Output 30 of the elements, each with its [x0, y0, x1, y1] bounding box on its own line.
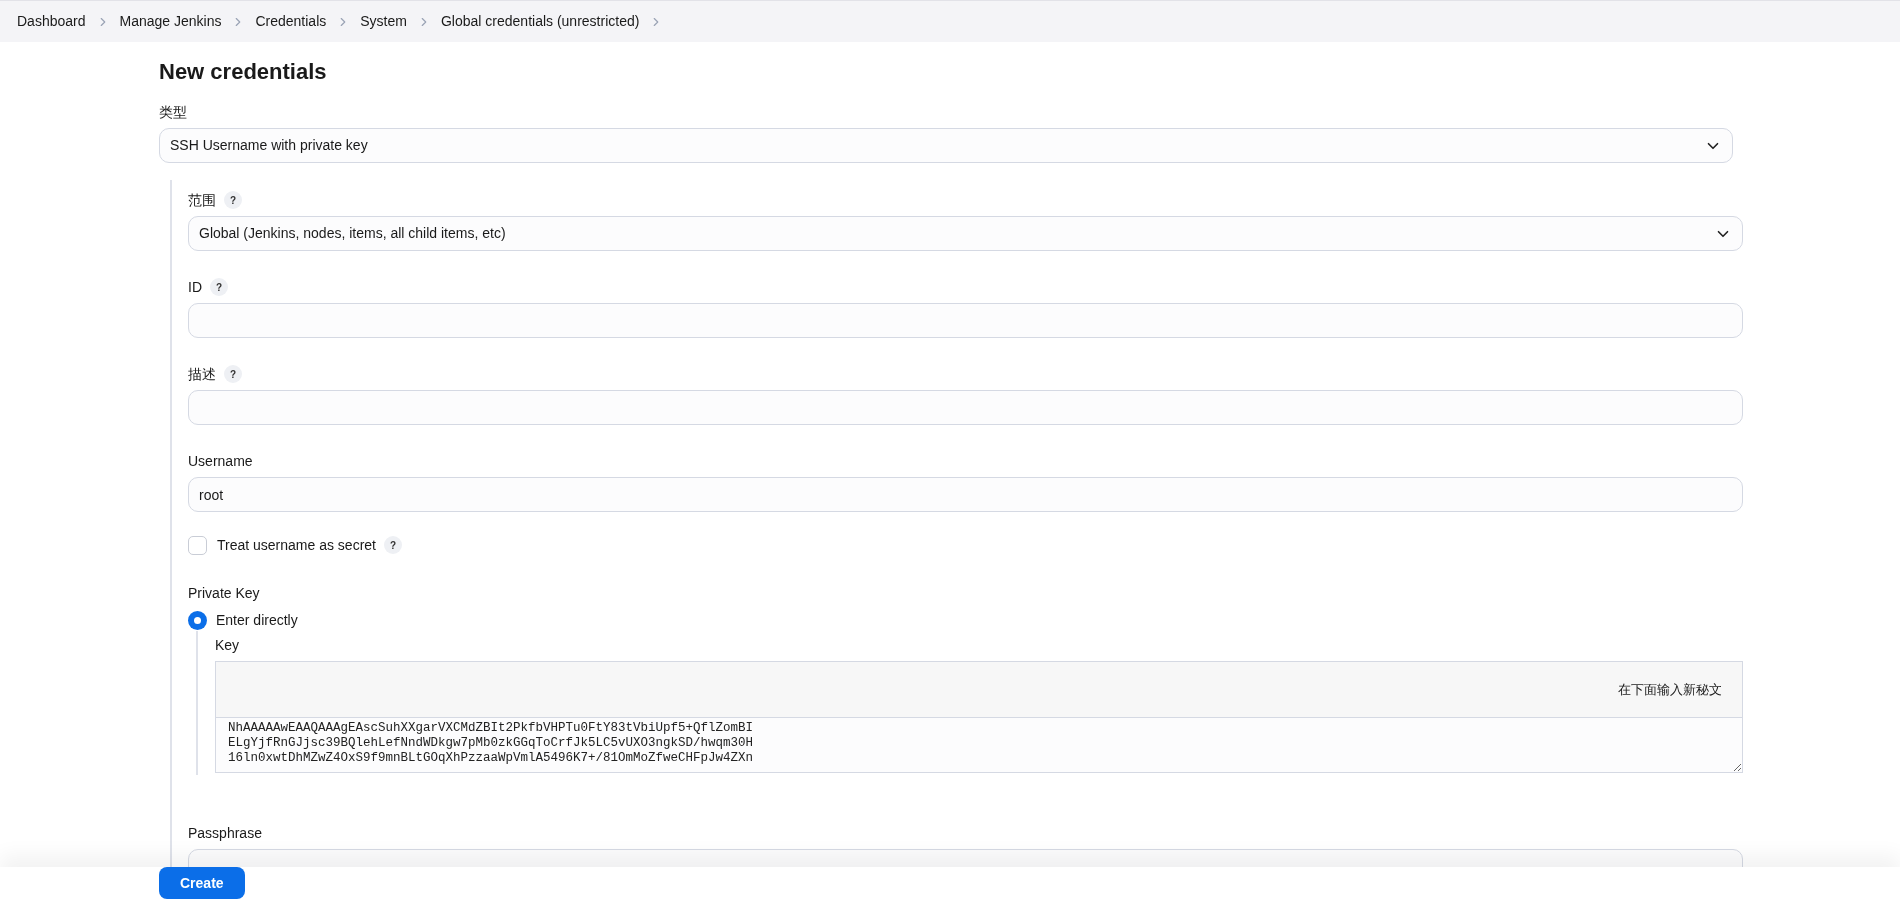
field-label: Username — [188, 451, 253, 471]
checkbox-label: Treat username as secret — [217, 535, 376, 555]
key-notice: 在下面输入新秘文 — [1618, 680, 1722, 699]
key-textarea[interactable]: NhAAAAAwEAAQAAAgEAscSuhXXgarVXCMdZBIt2PkfbVHPTu0FtY83tVbiUpf5+QflZomBI ELgYjfRnGJjsc39BQlehLefNndWDkgw7pMb0zkGGqToCrfJk5LC5vUXO3ngkSD/hwqm30H 16ln0xwtDhMZwZ4OxS9f9mnBLtGOqXhPzzaaWpVmlA5496K7+/81OmMoZfweCHFpJw4ZXn — [215, 718, 1743, 773]
id-field[interactable] — [188, 303, 1743, 338]
field-label: Key — [215, 635, 240, 655]
field-label: Private Key — [188, 583, 260, 603]
help-icon[interactable]: ? — [384, 536, 402, 554]
dropdown-field[interactable]: Global (Jenkins, nodes, items, all child items, etc) — [188, 216, 1743, 251]
help-icon[interactable]: ? — [224, 365, 242, 383]
field-label: Passphrase — [188, 823, 262, 843]
breadcrumb-link[interactable]: Dashboard — [17, 11, 86, 32]
breadcrumb-link[interactable]: System — [360, 11, 407, 32]
field-label: 范围 — [188, 190, 216, 210]
field-label: 类型 — [159, 102, 187, 122]
checkbox[interactable] — [188, 535, 207, 555]
breadcrumb-link[interactable]: Global credentials (unrestricted) — [440, 11, 640, 32]
page-title: New credentials — [159, 58, 328, 86]
username-field[interactable]: root — [188, 477, 1743, 512]
create-button[interactable]: Create — [159, 867, 245, 899]
dropdown-field[interactable]: SSH Username with private key — [159, 128, 1733, 163]
radio-button[interactable] — [188, 610, 207, 630]
breadcrumb-link[interactable]: Credentials — [255, 11, 327, 32]
breadcrumb-link[interactable]: Manage Jenkins — [119, 11, 222, 32]
help-icon[interactable]: ? — [224, 191, 242, 209]
radio-label: Enter directly — [216, 610, 298, 630]
field-label: ID — [188, 277, 202, 297]
field-label: 描述 — [188, 364, 216, 384]
help-icon[interactable]: ? — [210, 278, 228, 296]
description-field[interactable] — [188, 390, 1743, 425]
